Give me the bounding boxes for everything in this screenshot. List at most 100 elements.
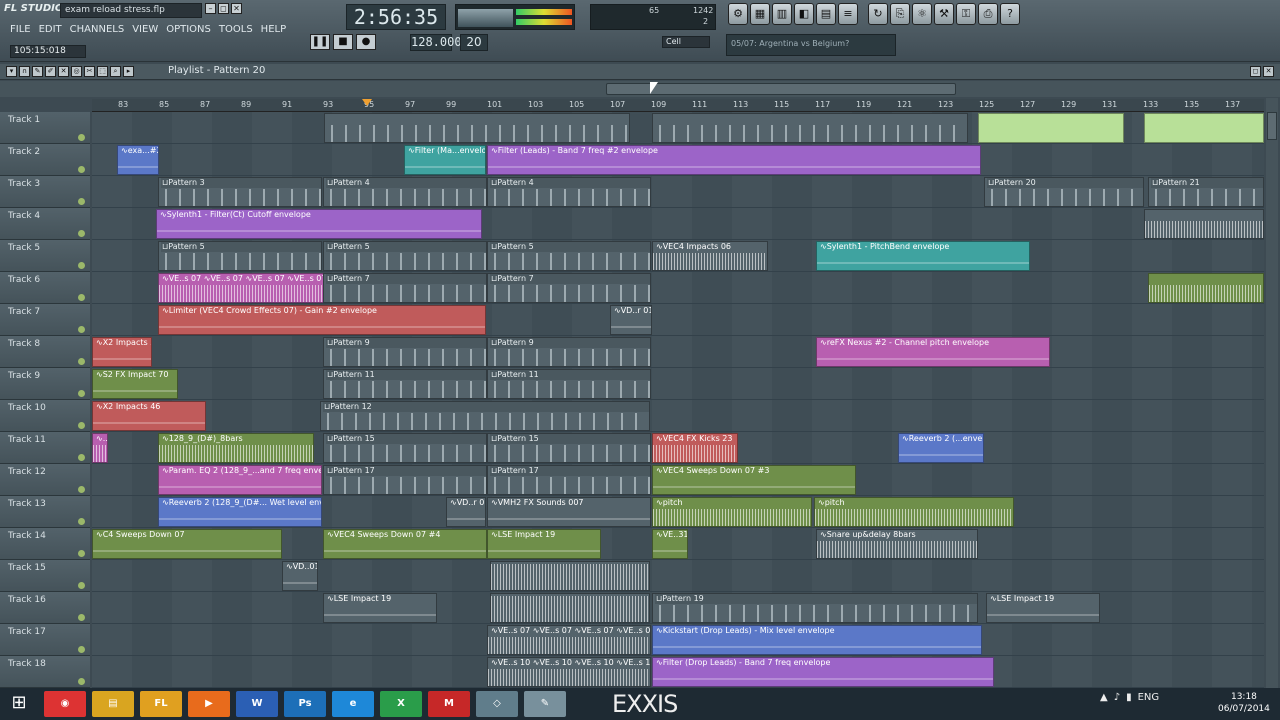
pattern-clip[interactable]: ⊔Pattern 19 <box>652 593 978 623</box>
tool-button[interactable]: ⚛ <box>912 3 932 25</box>
track-mute-led[interactable] <box>78 550 85 557</box>
audio-clip[interactable]: ∿X2 Impacts 33 <box>92 337 152 367</box>
audio-clip[interactable]: ∿VMH2 FX Sounds 007 <box>487 497 651 527</box>
audio-clip[interactable]: ∿Snare up&delay 8bars <box>816 529 978 559</box>
menu-help[interactable]: HELP <box>261 24 286 35</box>
pattern-clip[interactable]: ⊔Pattern 9 <box>323 337 487 367</box>
pattern-clip[interactable]: ⊔Pattern 11 <box>487 369 651 399</box>
minimize-button[interactable]: – <box>205 3 216 14</box>
maximize-icon[interactable]: ◻ <box>1250 66 1261 77</box>
automation-clip[interactable]: ∿exa...#2 <box>117 145 159 175</box>
track-header[interactable]: Track 15 <box>0 560 90 592</box>
volume-icon[interactable]: ♪ <box>1114 692 1120 703</box>
pattern-clip[interactable] <box>652 113 968 143</box>
audio-clip[interactable] <box>1144 209 1264 239</box>
track-mute-led[interactable] <box>78 326 85 333</box>
pattern-clip[interactable]: ⊔Pattern 12 <box>320 401 650 431</box>
tool-button[interactable]: ≡ <box>838 3 858 25</box>
close-button[interactable]: ✕ <box>231 3 242 14</box>
system-clock[interactable]: 13:18 06/07/2014 <box>1218 691 1270 715</box>
track-mute-led[interactable] <box>78 678 85 685</box>
track-header[interactable]: Track 17 <box>0 624 90 656</box>
mute-icon[interactable]: ◎ <box>71 66 82 77</box>
automation-clip[interactable]: ∿Limiter (VEC4 Crowd Effects 07) - Gain … <box>158 305 486 335</box>
audio-clip[interactable]: ∿X2 Impacts 46 <box>92 401 206 431</box>
tool-button[interactable]: ⎙ <box>978 3 998 25</box>
audio-clip[interactable]: ∿S2 FX Impact 70 <box>92 369 178 399</box>
automation-clip[interactable]: ∿Reeverb 2 (128_9_(D#... Wet level envel… <box>158 497 322 527</box>
delete-icon[interactable]: ✕ <box>58 66 69 77</box>
menu-tools[interactable]: TOOLS <box>219 24 253 35</box>
track-header[interactable]: Track 14 <box>0 528 90 560</box>
network-icon[interactable]: ▲ <box>1100 692 1108 703</box>
automation-clip[interactable]: ∿reFX Nexus #2 - Channel pitch envelope <box>816 337 1050 367</box>
track-header[interactable]: Track 4 <box>0 208 90 240</box>
track-header[interactable]: Track 8 <box>0 336 90 368</box>
track-mute-led[interactable] <box>78 518 85 525</box>
tool-button[interactable]: ⚒ <box>934 3 954 25</box>
timeline-ruler[interactable]: 83 85 87 89 91 93 95 97 99 101 103 105 1… <box>92 99 1264 112</box>
track-mute-led[interactable] <box>78 454 85 461</box>
menu-channels[interactable]: CHANNELS <box>70 24 125 35</box>
pattern-number[interactable]: 20 <box>460 34 488 51</box>
track-mute-led[interactable] <box>78 486 85 493</box>
automation-clip[interactable]: ∿Sylenth1 - PitchBend envelope <box>816 241 1030 271</box>
track-mute-led[interactable] <box>78 134 85 141</box>
tool-button[interactable]: ▦ <box>750 3 770 25</box>
track-mute-led[interactable] <box>78 230 85 237</box>
pattern-clip[interactable]: ⊔Pattern 5 <box>323 241 487 271</box>
chrome-icon[interactable]: ◉ <box>44 691 86 717</box>
audio-clip[interactable]: ∿VEC4 Impacts 06 <box>652 241 768 271</box>
tool-button[interactable]: ⚿ <box>956 3 976 25</box>
pattern-clip[interactable]: ⊔Pattern 15 <box>487 433 651 463</box>
track-mute-led[interactable] <box>78 646 85 653</box>
track-mute-led[interactable] <box>78 198 85 205</box>
media-player-icon[interactable]: ▶ <box>188 691 230 717</box>
zoom-icon[interactable]: ⌕ <box>110 66 121 77</box>
close-icon[interactable]: ✕ <box>1263 66 1274 77</box>
automation-clip[interactable]: ∿Sylenth1 - Filter(Ct) Cutoff envelope <box>156 209 482 239</box>
tool-button[interactable]: ⚙ <box>728 3 748 25</box>
pattern-clip[interactable]: ⊔Pattern 17 <box>323 465 487 495</box>
help-button[interactable]: ? <box>1000 3 1020 25</box>
menu-view[interactable]: VIEW <box>132 24 158 35</box>
audio-clip[interactable] <box>490 561 650 591</box>
automation-clip[interactable]: ∿Param. EQ 2 (128_9_...and 7 freq envelo… <box>158 465 322 495</box>
track-mute-led[interactable] <box>78 358 85 365</box>
pattern-clip[interactable]: ⊔Pattern 3 <box>158 177 322 207</box>
pattern-clip[interactable]: ⊔Pattern 5 <box>487 241 651 271</box>
pattern-clip[interactable]: ⊔Pattern 4 <box>487 177 651 207</box>
horizontal-scrollbar[interactable] <box>0 81 1280 97</box>
track-header[interactable]: Track 9 <box>0 368 90 400</box>
audio-clip[interactable]: ∿VD..r 01 <box>610 305 652 335</box>
tempo-display[interactable]: 128.000 <box>410 34 462 51</box>
audio-clip[interactable]: ∿VE..s 10 ∿VE..s 10 ∿VE..s 10 ∿VE..s 10 <box>487 657 651 687</box>
pattern-clip[interactable]: ⊔Pattern 17 <box>487 465 651 495</box>
track-header[interactable]: Track 6 <box>0 272 90 304</box>
start-button[interactable]: ⊞ <box>6 692 32 716</box>
pattern-clip[interactable]: ⊔Pattern 20 <box>984 177 1144 207</box>
song-position-marker[interactable] <box>362 99 372 106</box>
fl-studio-icon[interactable]: FL <box>140 691 182 717</box>
track-mute-led[interactable] <box>78 166 85 173</box>
menu-edit[interactable]: EDIT <box>39 24 62 35</box>
tool-button[interactable]: ◧ <box>794 3 814 25</box>
audio-clip[interactable] <box>490 593 650 623</box>
automation-clip[interactable]: ∿Filter (Leads) - Band 7 freq #2 envelop… <box>487 145 981 175</box>
audio-clip[interactable]: ∿128_9_(D#)_8bars <box>158 433 314 463</box>
track-header[interactable]: Track 1 <box>0 112 90 144</box>
vertical-scroll-thumb[interactable] <box>1267 112 1277 140</box>
audio-clip[interactable] <box>1148 273 1264 303</box>
tool-button[interactable]: ▥ <box>772 3 792 25</box>
snap-selector[interactable]: Cell <box>662 36 710 48</box>
restore-button[interactable]: ◻ <box>218 3 229 14</box>
track-mute-led[interactable] <box>78 294 85 301</box>
word-icon[interactable]: W <box>236 691 278 717</box>
pattern-clip[interactable] <box>978 113 1124 143</box>
pattern-clip[interactable]: ⊔Pattern 21 <box>1148 177 1264 207</box>
audio-clip[interactable]: ∿LSE Impact 19 <box>986 593 1100 623</box>
automation-clip[interactable]: ∿Filter (Drop Leads) - Band 7 freq envel… <box>652 657 994 687</box>
photoshop-icon[interactable]: Ps <box>284 691 326 717</box>
track-mute-led[interactable] <box>78 262 85 269</box>
explorer-icon[interactable]: ▤ <box>92 691 134 717</box>
